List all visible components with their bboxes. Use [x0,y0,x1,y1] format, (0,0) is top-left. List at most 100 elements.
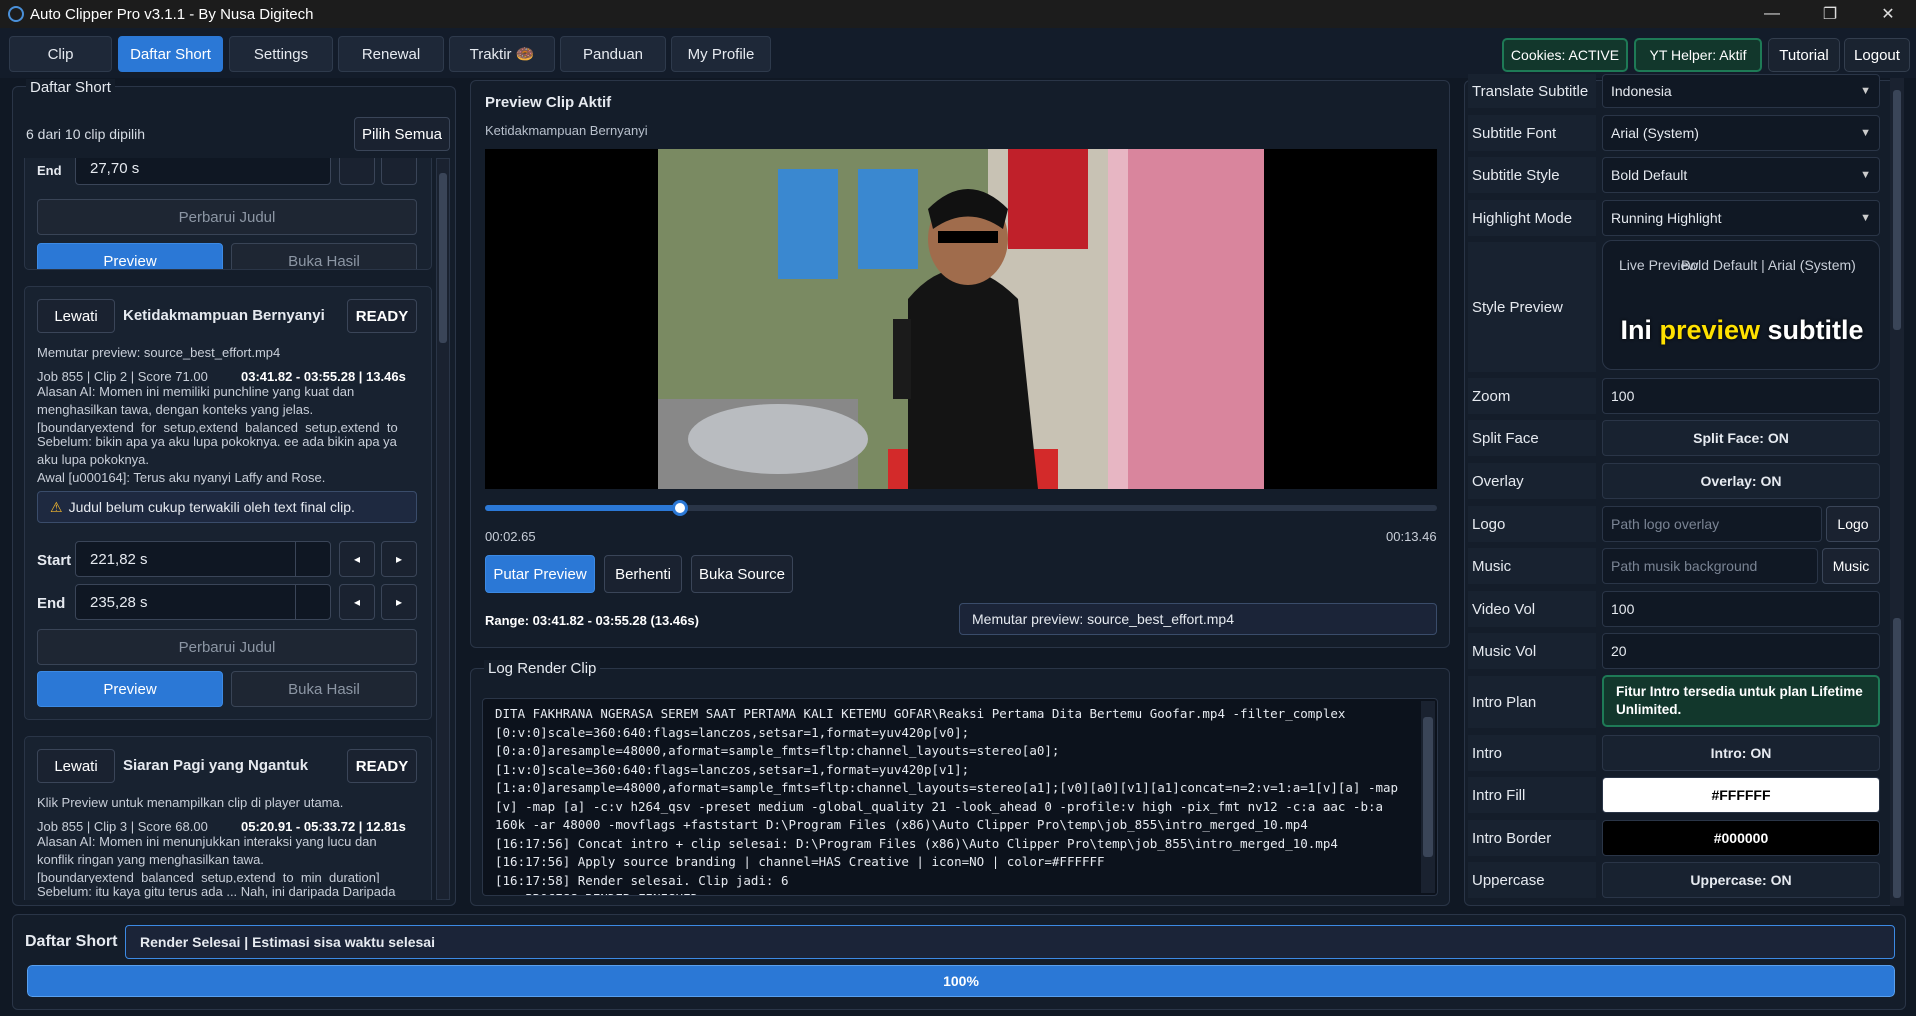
end-next-button[interactable] [381,158,417,185]
end-prev-button[interactable]: ◂ [339,584,375,620]
preview-meta: Bold Default | Arial (System) [1681,257,1856,273]
intro-fill-color[interactable]: #FFFFFF [1602,777,1880,813]
preview-hint: Klik Preview untuk menampilkan clip di p… [37,795,344,810]
log-output[interactable]: DITA FAKHRANA NGERASA SEREM SAAT PERTAMA… [482,698,1438,896]
status-badge: READY [347,749,417,783]
end-time-input[interactable]: 235,28 s [75,584,331,620]
tab-traktir[interactable]: Traktir 🍩 [449,36,555,72]
seek-progress [485,505,681,511]
video-vol-input[interactable]: 100 [1602,591,1880,627]
logo-path-input[interactable]: Path logo overlay [1602,506,1822,542]
open-source-button[interactable]: Buka Source [691,555,793,593]
split-face-label: Split Face [1468,420,1596,456]
start-label: Start [37,552,72,569]
ai-reason-text: Alasan AI: Momen ini memiliki punchline … [37,385,427,487]
logout-button[interactable]: Logout [1844,38,1910,72]
highlight-word: preview [1659,315,1761,345]
maximize-button[interactable]: ❐ [1808,0,1852,28]
footer-status: Render Selesai | Estimasi sisa waktu sel… [125,925,1895,959]
logo-label: Logo [1468,506,1596,542]
time-current: 00:02.65 [485,529,536,544]
update-title-button[interactable]: Perbarui Judul [37,199,417,235]
ai-reason-text: Alasan AI: Momen ini menunjukkan interak… [37,835,427,900]
music-browse-button[interactable]: Music [1822,548,1880,584]
highlight-mode-select[interactable]: Running Highlight ▼ [1602,200,1880,236]
close-button[interactable]: ✕ [1866,0,1910,28]
settings-scrollbar[interactable] [1890,78,1904,906]
play-preview-button[interactable]: Putar Preview [485,555,595,593]
log-line: [0:a:0]aresample=48000,aformat=sample_fm… [495,743,1060,758]
overlay-label: Overlay [1468,463,1596,499]
reason-line: aku lupa pokoknya. [37,452,150,467]
log-scrollbar[interactable] [1421,701,1435,893]
window-title: Auto Clipper Pro v3.1.1 - By Nusa Digite… [30,5,314,23]
clip-title: Siaran Pagi yang Ngantuk [123,757,309,774]
music-path-input[interactable]: Path musik background [1602,548,1818,584]
reason-line: Alasan AI: Momen ini menunjukkan interak… [37,835,377,849]
subtitle-font-select[interactable]: Arial (System) ▼ [1602,115,1880,151]
music-vol-input[interactable]: 20 [1602,633,1880,669]
end-label: End [37,595,66,612]
start-spinner[interactable] [295,542,296,576]
highlight-mode-label: Highlight Mode [1468,200,1596,236]
clip-meta: Job 855 | Clip 3 | Score 68.00 [37,819,208,834]
settings-scrollbar-thumb[interactable] [1893,90,1901,330]
stop-button[interactable]: Berhenti [604,555,682,593]
start-next-button[interactable]: ▸ [381,541,417,577]
log-lines: DITA FAKHRANA NGERASA SEREM SAAT PERTAMA… [495,705,1398,895]
tab-my-profile[interactable]: My Profile [671,36,771,72]
translate-subtitle-label: Translate Subtitle [1468,74,1596,108]
status-badge: READY [347,299,417,333]
log-line: DITA FAKHRANA NGERASA SEREM SAAT PERTAMA… [495,706,1346,721]
skip-button[interactable]: Lewati [37,749,115,783]
end-next-button[interactable]: ▸ [381,584,417,620]
chevron-down-icon: ▼ [1860,85,1871,97]
end-label: End [37,163,62,178]
tab-renewal[interactable]: Renewal [338,36,444,72]
preview-status: Memutar preview: source_best_effort.mp4 [959,603,1437,635]
render-progress-bar: 100% [27,965,1895,997]
start-time-input[interactable]: 221,82 s [75,541,331,577]
tab-clip[interactable]: Clip [9,36,112,72]
tab-settings[interactable]: Settings [229,36,333,72]
subtitle-style-select[interactable]: Bold Default ▼ [1602,157,1880,193]
update-title-button[interactable]: Perbarui Judul [37,629,417,665]
clip-card: End 27,70 s Perbarui Judul Preview Buka … [24,158,432,270]
open-result-button[interactable]: Buka Hasil [231,671,417,707]
intro-border-color[interactable]: #000000 [1602,820,1880,856]
log-line: [16:17:56] Concat intro + clip selesai: … [495,835,1338,851]
uppercase-toggle[interactable]: Uppercase: ON [1602,862,1880,898]
seek-handle[interactable] [672,500,689,516]
log-line: 160k -ar 48000 -movflags +faststart D:\P… [495,817,1308,832]
warning-icon: ⚠ [50,498,63,515]
playing-status: Memutar preview: source_best_effort.mp4 [37,345,281,360]
scrollbar-thumb[interactable] [439,173,447,343]
clip-list-scrollbar[interactable] [436,158,450,900]
log-scrollbar-thumb[interactable] [1423,717,1433,857]
tab-panduan[interactable]: Panduan [560,36,666,72]
intro-toggle[interactable]: Intro: ON [1602,735,1880,771]
split-face-toggle[interactable]: Split Face: ON [1602,420,1880,456]
settings-scrollbar-thumb[interactable] [1893,618,1901,898]
warning-text: Judul belum cukup terwakili oleh text fi… [68,499,355,515]
preview-button[interactable]: Preview [37,671,223,707]
seek-bar[interactable] [485,500,1437,516]
video-player[interactable] [485,149,1437,489]
footer-title: Daftar Short [25,933,118,950]
end-spinner[interactable] [295,585,296,619]
zoom-input[interactable]: 100 [1602,378,1880,414]
select-all-button[interactable]: Pilih Semua [354,117,450,151]
minimize-button[interactable]: — [1750,0,1794,28]
end-prev-button[interactable] [339,158,375,185]
short-list-title: Daftar Short [26,79,115,96]
open-result-button[interactable]: Buka Hasil [231,243,417,269]
translate-subtitle-select[interactable]: Indonesia ▼ [1602,74,1880,108]
preview-button[interactable]: Preview [37,243,223,269]
end-time-input[interactable]: 27,70 s [75,158,331,185]
skip-button[interactable]: Lewati [37,299,115,333]
tab-daftar-short[interactable]: Daftar Short [118,36,223,72]
start-prev-button[interactable]: ◂ [339,541,375,577]
tutorial-button[interactable]: Tutorial [1768,38,1840,72]
logo-browse-button[interactable]: Logo [1826,506,1880,542]
overlay-toggle[interactable]: Overlay: ON [1602,463,1880,499]
